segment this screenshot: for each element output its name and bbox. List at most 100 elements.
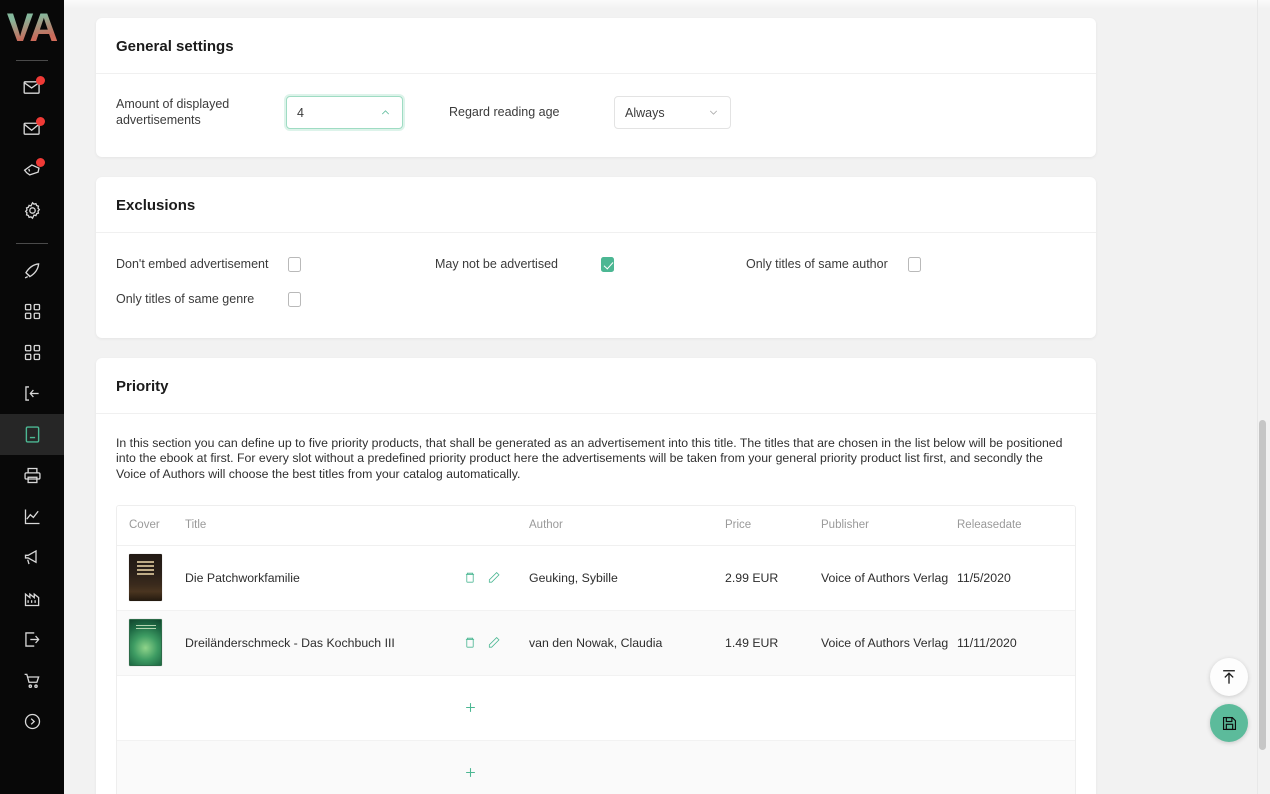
general-settings-row: Amount of displayed advertisements 4 Reg… [116,96,1076,129]
priority-description: In this section you can define up to fiv… [116,436,1076,483]
exclusions-row-1: Don't embed advertisement May not be adv… [116,257,1076,272]
row-releasedate: 11/5/2020 [957,571,1067,585]
megaphone-icon [22,547,43,568]
factory-icon [22,588,43,609]
column-header-releasedate: Releasedate [957,519,1067,531]
rocket-icon [22,260,43,281]
sidebar-item-dashboard[interactable] [0,291,64,332]
sidebar-item-statistics[interactable] [0,496,64,537]
sidebar-item-expand[interactable] [0,701,64,742]
trash-icon[interactable] [463,570,477,585]
book-cover-thumbnail [129,619,162,666]
vertical-scrollbar[interactable] [1259,0,1266,794]
priority-table: Cover Title Author Price Publisher Relea… [116,505,1076,794]
sidebar-item-settings[interactable] [0,190,64,231]
exclusion-checkbox-1[interactable] [601,257,614,272]
page-title: General settings [116,38,1076,55]
sidebar-divider-mid [16,243,48,244]
pencil-icon[interactable] [487,635,501,650]
amount-label: Amount of displayed advertisements [116,97,286,128]
scroll-to-top-icon [1219,667,1239,687]
sidebar-item-marketing[interactable] [0,537,64,578]
row-price: 2.99 EUR [725,571,821,585]
priority-title: Priority [116,378,1076,395]
sidebar-divider-top [16,60,48,61]
priority-body: In this section you can define up to fiv… [96,414,1096,794]
exclusion-checkbox-0[interactable] [288,257,301,272]
save-button[interactable] [1210,704,1248,742]
app-root: VA [0,0,1270,794]
pencil-icon[interactable] [487,570,501,585]
sidebar-item-export[interactable] [0,619,64,660]
save-disk-icon [1220,714,1239,733]
cart-icon [22,670,43,691]
priority-card: Priority In this section you can define … [96,358,1096,794]
exclusions-title: Exclusions [116,197,1076,214]
reading-age-label: Regard reading age [449,105,614,120]
amount-value: 4 [297,106,304,120]
row-publisher: Voice of Authors Verlag [821,571,957,585]
sidebar-item-modules[interactable] [0,332,64,373]
row-actions [463,570,529,585]
priority-header: Priority [96,358,1096,414]
sidebar-item-shop[interactable] [0,660,64,701]
exclusions-header: Exclusions [96,177,1096,233]
brand-logo[interactable]: VA [7,8,58,48]
export-icon [22,629,43,650]
general-settings-card: General settings Amount of displayed adv… [96,18,1096,157]
row-title: Dreiländerschmeck - Das Kochbuch III [185,636,463,650]
cover-cell [117,619,185,666]
trash-icon[interactable] [463,635,477,650]
reading-age-value: Always [625,106,665,120]
row-publisher: Voice of Authors Verlag [821,636,957,650]
notification-badge [36,117,45,126]
table-header-row: Cover Title Author Price Publisher Relea… [117,506,1075,546]
sidebar-item-print[interactable] [0,455,64,496]
amount-dropdown[interactable]: 4 [286,96,403,129]
sidebar-item-messages[interactable] [0,67,64,108]
column-header-price: Price [725,519,821,531]
chevron-right-circle-icon [22,711,43,732]
scroll-container: General settings Amount of displayed adv… [64,0,1258,794]
floating-action-group [1210,658,1248,742]
add-slot-row[interactable] [117,741,1075,794]
exclusion-label-0: Don't embed advertisement [116,257,288,272]
sidebar-item-production[interactable] [0,578,64,619]
scroll-to-top-button[interactable] [1210,658,1248,696]
book-icon [22,424,43,445]
sidebar-item-tickets[interactable] [0,149,64,190]
sidebar: VA [0,0,64,794]
column-header-author: Author [529,519,725,531]
row-title: Die Patchworkfamilie [185,571,463,585]
grid-icon [22,301,43,322]
reading-age-dropdown[interactable]: Always [614,96,731,129]
column-header-publisher: Publisher [821,519,957,531]
cover-cell [117,554,185,601]
gear-icon [22,200,43,221]
column-header-cover: Cover [117,519,185,531]
exclusion-checkbox-3[interactable] [288,292,301,307]
chart-line-icon [22,506,43,527]
sidebar-item-campaigns[interactable] [0,250,64,291]
plus-icon[interactable] [463,700,478,715]
import-icon [22,383,43,404]
general-settings-body: Amount of displayed advertisements 4 Reg… [96,74,1096,157]
add-slot-row[interactable] [117,676,1075,741]
exclusions-body: Don't embed advertisement May not be adv… [96,233,1096,338]
sidebar-item-inbox[interactable] [0,108,64,149]
row-price: 1.49 EUR [725,636,821,650]
row-releasedate: 11/11/2020 [957,636,1067,650]
chevron-up-icon [379,106,392,119]
book-cover-thumbnail [129,554,162,601]
sidebar-item-titles[interactable] [0,414,64,455]
scrollbar-thumb[interactable] [1259,420,1266,750]
table-row[interactable]: Die Patchworkfamilie Geuking, Sybille [117,546,1075,611]
column-header-title: Title [185,519,463,531]
sidebar-item-import[interactable] [0,373,64,414]
printer-icon [22,465,43,486]
exclusion-checkbox-2[interactable] [908,257,921,272]
table-row[interactable]: Dreiländerschmeck - Das Kochbuch III van… [117,611,1075,676]
exclusions-row-2: Only titles of same genre [116,292,1076,307]
plus-icon[interactable] [463,765,478,780]
chevron-down-icon [707,106,720,119]
